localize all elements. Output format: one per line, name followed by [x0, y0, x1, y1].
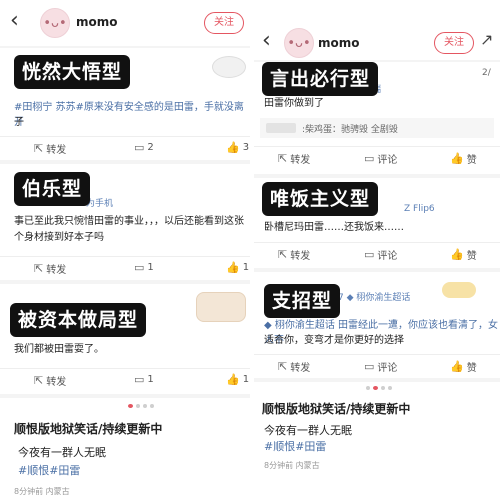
category-label: 支招型 [264, 284, 341, 318]
action-bar: ⇱ 转发 ▭ 评论 👍 赞 [254, 354, 500, 376]
back-chevron-icon[interactable]: ‹ [10, 10, 19, 32]
comment-button[interactable]: ▭ 2 [134, 141, 154, 154]
follow-button[interactable]: 关注 [204, 12, 244, 34]
like-button[interactable]: 👍 赞 [450, 359, 477, 374]
action-bar: ⇱ 转发 ▭ 1 👍 1 [0, 368, 250, 390]
feed-text: 今夜有一群人无眠 [264, 424, 352, 437]
repost-button[interactable]: ⇱ 转发 [278, 359, 310, 374]
comment-button[interactable]: ▭ 评论 [364, 359, 397, 374]
category-label: 伯乐型 [14, 172, 91, 206]
post-text-cont: 适合你，变弯才是你更好的选择 [264, 335, 404, 346]
feed-card[interactable]: 顺恨版地狱笑话/持续更新中 今夜有一群人无眠 #顺恨#田雷 8分钟前 内蒙古 [254, 382, 500, 500]
feed-tags[interactable]: #顺恨#田雷 [264, 438, 326, 454]
like-button[interactable]: 👍 3 [226, 141, 249, 154]
repost-button[interactable]: ⇱ 转发 [278, 151, 310, 166]
thumbs-up-icon: 👍 [450, 152, 464, 165]
comment-icon: ▭ [134, 141, 145, 154]
post-meta: 7 ◆ 栩你渝生超话 [338, 293, 411, 303]
carousel-dots [128, 404, 154, 408]
avatar[interactable]: •ᴗ• [40, 8, 70, 38]
repost-icon: ⇱ [34, 374, 44, 387]
repost-icon: ⇱ [278, 152, 288, 165]
cat-sticker-icon [196, 292, 246, 322]
avatar[interactable]: •ᴗ• [284, 28, 314, 58]
comment-icon: ▭ [364, 248, 375, 261]
like-button[interactable]: 👍 赞 [450, 247, 477, 262]
repost-button[interactable]: ⇱ 转发 [34, 141, 66, 156]
comment-button[interactable]: ▭ 评论 [364, 247, 397, 262]
post-meta: Z Flip6 [404, 204, 435, 214]
like-button[interactable]: 👍 1 [226, 373, 249, 386]
category-label: 被资本做局型 [10, 303, 147, 337]
post-card: 我们都被田雷耍了。 ⇱ 转发 ▭ 1 👍 1 [0, 284, 250, 394]
feed-time: 8分钟前 内蒙古 [264, 461, 320, 470]
repost-button[interactable]: ⇱ 转发 [34, 373, 66, 388]
post-text: 事已至此我只惋惜田雷的事业，，，以后还能看到这张 [14, 216, 244, 227]
comment-icon: ▭ [364, 360, 375, 373]
category-label: 言出必行型 [262, 62, 379, 96]
category-label: 恍然大悟型 [14, 55, 131, 89]
feed-time: 8分钟前 内蒙古 [14, 487, 70, 496]
right-screenshot: ‹ •ᴗ• momo 关注 ↗ ‹ •ᴗ• momo 关注 ↗ 瑞 2/ 田雷你… [254, 0, 500, 500]
post-text: #田栩宁 苏苏#原来没有安全感的是田雷，手就没离开 [14, 102, 244, 128]
top-bar: ‹ •ᴗ• momo 关注 [0, 0, 250, 46]
feed-text: 今夜有一群人无眠 [18, 446, 106, 459]
follow-button[interactable]: 关注 [434, 32, 474, 54]
comment-icon: ▭ [134, 373, 145, 386]
repost-icon: ⇱ [278, 248, 288, 261]
action-bar: ⇱ 转发 ▭ 1 👍 1 [0, 256, 250, 278]
repost-icon: ⇱ [34, 262, 44, 275]
feed-title: 顺恨版地狱笑话/持续更新中 [14, 422, 163, 436]
post-text: 田雷你做到了 [264, 98, 324, 109]
left-screenshot: ‹ •ᴗ• momo 关注 #田栩宁 苏苏#原来没有安全感的是田雷，手就没离开 … [0, 0, 250, 500]
category-label: 唯饭主义型 [262, 182, 379, 216]
repost-icon: ⇱ [34, 142, 44, 155]
feed-card[interactable]: 顺恨版地狱笑话/持续更新中 今夜有一群人无眠 #顺恨#田雷 8分钟前 内蒙古 [0, 398, 250, 500]
action-bar: ⇱ 转发 ▭ 评论 👍 赞 [254, 146, 500, 168]
username[interactable]: momo [76, 15, 118, 29]
carousel-dots [366, 386, 392, 390]
username[interactable]: momo [318, 36, 360, 50]
feed-tags[interactable]: #顺恨#田雷 [18, 462, 80, 478]
page-hint: 2/ [482, 68, 491, 78]
cat-sticker-icon [212, 56, 246, 78]
comment-icon: ▭ [134, 261, 145, 274]
reply-text: :柴鸡蛋：驰骋毁 全剧毁 [302, 125, 398, 135]
thumbs-up-icon: 👍 [450, 248, 464, 261]
thumbs-up-icon: 👍 [226, 141, 240, 154]
thumbs-up-icon: 👍 [226, 261, 240, 274]
post-text: 我们都被田雷耍了。 [14, 344, 104, 355]
like-button[interactable]: 👍 1 [226, 261, 249, 274]
reply-box[interactable]: :柴鸡蛋：驰骋毁 全剧毁 [260, 118, 494, 138]
thumbs-up-icon: 👍 [226, 373, 240, 386]
comment-icon: ▭ [364, 152, 375, 165]
feed-title: 顺恨版地狱笑话/持续更新中 [262, 402, 411, 416]
share-icon[interactable]: ↗ [480, 30, 493, 49]
action-bar: ⇱ 转发 ▭ 评论 👍 赞 [254, 242, 500, 264]
post-meta: 为手机 [86, 199, 114, 209]
action-bar: ⇱ 转发 ▭ 2 👍 3 [0, 136, 250, 158]
post-text: 卧槽尼玛田雷……还我饭来…… [264, 222, 404, 233]
like-button[interactable]: 👍 赞 [450, 151, 477, 166]
repost-icon: ⇱ [278, 360, 288, 373]
repost-button[interactable]: ⇱ 转发 [34, 261, 66, 276]
post-text-cont: 子 [14, 117, 24, 128]
badge-sticker-icon [442, 282, 476, 298]
repost-button[interactable]: ⇱ 转发 [278, 247, 310, 262]
comment-button[interactable]: ▭ 评论 [364, 151, 397, 166]
back-chevron-icon[interactable]: ‹ [262, 30, 271, 52]
thumbs-up-icon: 👍 [450, 360, 464, 373]
comment-button[interactable]: ▭ 1 [134, 373, 154, 386]
post-text-cont: 个身材接到好本子吗 [14, 232, 104, 243]
comment-button[interactable]: ▭ 1 [134, 261, 154, 274]
